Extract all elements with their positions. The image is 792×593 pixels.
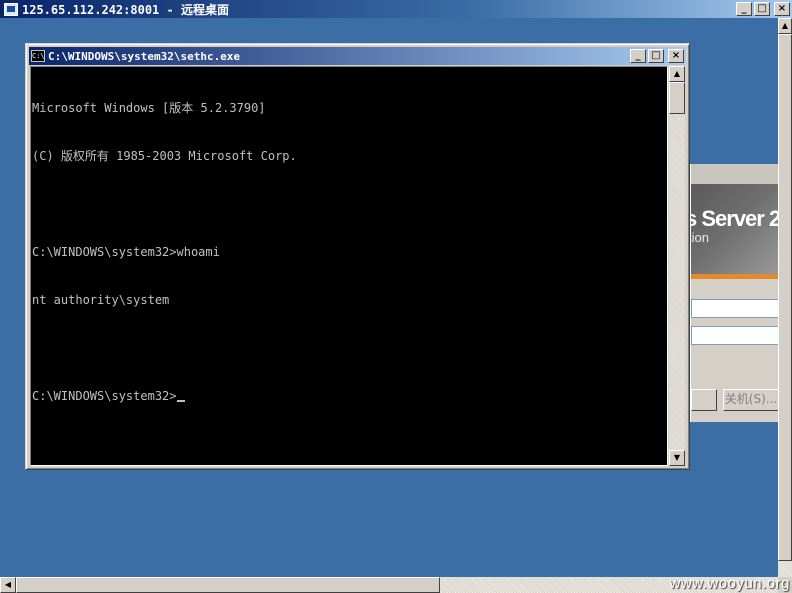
console-prompt-line[interactable]: C:\WINDOWS\system32> bbox=[32, 388, 667, 404]
username-field[interactable] bbox=[691, 299, 779, 318]
cmd-minimize-button[interactable]: _ bbox=[630, 49, 646, 63]
cmd-window-title: C:\WINDOWS\system32\sethc.exe bbox=[48, 49, 241, 63]
rdp-maximize-button[interactable]: □ bbox=[754, 2, 770, 16]
console-prompt: C:\WINDOWS\system32> bbox=[32, 389, 177, 403]
console-icon[interactable]: C:\ bbox=[31, 50, 45, 62]
rdp-titlebar[interactable]: 125.65.112.242:8001 - 远程桌面 _ □ × bbox=[0, 0, 792, 18]
rdp-vertical-scrollbar[interactable]: ▲ bbox=[778, 18, 792, 577]
banner-accent-bar bbox=[691, 274, 780, 279]
rdp-vscroll-thumb[interactable] bbox=[778, 34, 792, 561]
rdp-scroll-up-arrow-icon[interactable]: ▲ bbox=[778, 18, 792, 34]
rdp-window-title: 125.65.112.242:8001 - 远程桌面 bbox=[22, 2, 229, 17]
password-field[interactable] bbox=[691, 326, 779, 345]
console-output[interactable]: Microsoft Windows [版本 5.2.3790] (C) 版权所有… bbox=[30, 66, 668, 466]
cmd-window[interactable]: C:\ C:\WINDOWS\system32\sethc.exe _ □ × … bbox=[25, 43, 690, 470]
watermark: www.wooyun.org bbox=[669, 575, 790, 592]
logon-dialog-button[interactable] bbox=[691, 389, 717, 411]
console-line: Microsoft Windows [版本 5.2.3790] bbox=[32, 101, 266, 115]
cmd-window-controls: _ □ × bbox=[630, 49, 684, 63]
console-line: C:\WINDOWS\system32>whoami bbox=[32, 245, 220, 259]
scroll-down-arrow-icon[interactable]: ▼ bbox=[669, 450, 685, 466]
cmd-titlebar[interactable]: C:\ C:\WINDOWS\system32\sethc.exe _ □ × bbox=[29, 47, 686, 65]
cmd-maximize-button[interactable]: □ bbox=[648, 49, 664, 63]
logon-banner: s Server 2 tion bbox=[691, 184, 780, 276]
rdp-horizontal-scrollbar[interactable]: ◀ bbox=[0, 577, 778, 593]
console-line: nt authority\system bbox=[32, 293, 170, 307]
cmd-close-button[interactable]: × bbox=[668, 49, 684, 63]
cmd-vertical-scrollbar[interactable]: ▲ ▼ bbox=[669, 66, 685, 466]
remote-desktop-icon bbox=[4, 2, 18, 16]
console-line: (C) 版权所有 1985-2003 Microsoft Corp. bbox=[32, 149, 297, 163]
scroll-up-arrow-icon[interactable]: ▲ bbox=[669, 66, 685, 82]
product-edition: tion bbox=[691, 230, 709, 245]
rdp-minimize-button[interactable]: _ bbox=[736, 2, 752, 16]
logon-dialog-header bbox=[691, 164, 780, 184]
windows-logon-dialog: s Server 2 tion 关机(S)... bbox=[690, 164, 780, 422]
rdp-close-button[interactable]: × bbox=[774, 2, 790, 16]
rdp-scroll-left-arrow-icon[interactable]: ◀ bbox=[0, 577, 16, 593]
product-name: s Server 2 bbox=[691, 206, 780, 231]
text-cursor bbox=[176, 400, 185, 402]
shutdown-button[interactable]: 关机(S)... bbox=[723, 389, 779, 411]
rdp-window-controls: _ □ × bbox=[736, 2, 790, 16]
cmd-scroll-thumb[interactable] bbox=[669, 82, 685, 114]
rdp-hscroll-thumb[interactable] bbox=[16, 577, 440, 593]
